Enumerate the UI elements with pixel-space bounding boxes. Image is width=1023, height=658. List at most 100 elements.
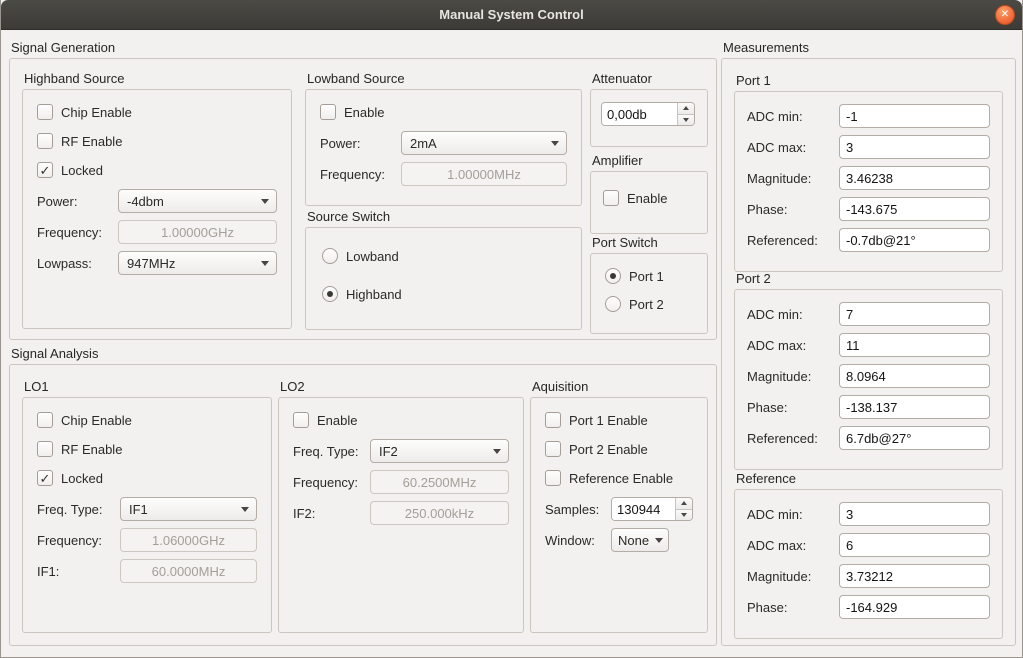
attenuator-group: Attenuator — [590, 71, 708, 147]
check-icon: ✓ — [40, 472, 51, 485]
port1-enable-checkbox[interactable] — [545, 412, 561, 428]
source-switch-frame: Lowband Highband — [305, 227, 582, 330]
spin-up-button[interactable] — [676, 498, 692, 509]
port1-magnitude-input[interactable] — [839, 166, 990, 190]
lo2-if2-input — [370, 501, 509, 525]
referenced-label: Referenced: — [747, 233, 839, 248]
meas-port1-group: Port 1 ADC min: ADC max: Magnitude: Phas… — [734, 73, 1003, 259]
amplifier-enable-label: Enable — [627, 191, 667, 206]
lo1-frequency-input — [120, 528, 257, 552]
hb-rf-enable-label: RF Enable — [61, 134, 122, 149]
port2-phase-input[interactable] — [839, 395, 990, 419]
port2-adc-min-input[interactable] — [839, 302, 990, 326]
lo1-freq-type-value: IF1 — [129, 502, 148, 517]
field-row: Freq. Type: IF1 — [37, 497, 257, 521]
field-row: Freq. Type: IF2 — [293, 439, 509, 463]
amplifier-enable-checkbox[interactable] — [603, 190, 619, 206]
reference-adc-max-input[interactable] — [839, 533, 990, 557]
attenuator-title: Attenuator — [590, 71, 708, 89]
chevron-down-icon — [241, 507, 249, 512]
lo2-enable-label: Enable — [317, 413, 357, 428]
lo1-freq-type-select[interactable]: IF1 — [120, 497, 257, 521]
lo2-group: LO2 Enable Freq. Type: IF2 Frequency: — [278, 379, 524, 633]
lo1-freq-type-label: Freq. Type: — [37, 502, 120, 517]
reference-magnitude-input[interactable] — [839, 564, 990, 588]
port1-referenced-input[interactable] — [839, 228, 990, 252]
hb-power-value: -4dbm — [127, 194, 164, 209]
field-row: Frequency: — [320, 162, 567, 186]
port1-radio[interactable] — [605, 268, 621, 284]
meas-reference-frame: ADC min: ADC max: Magnitude: Phase: — [734, 489, 1003, 639]
port2-adc-max-input[interactable] — [839, 333, 990, 357]
lo2-freq-type-select[interactable]: IF2 — [370, 439, 509, 463]
spin-up-button[interactable] — [678, 103, 694, 114]
spin-down-button[interactable] — [676, 509, 692, 521]
amplifier-title: Amplifier — [590, 153, 708, 171]
hb-chip-enable-checkbox[interactable] — [37, 104, 53, 120]
hb-locked-checkbox[interactable]: ✓ — [37, 162, 53, 178]
hb-lowpass-select[interactable]: 947MHz — [118, 251, 277, 275]
lb-power-select[interactable]: 2mA — [401, 131, 567, 155]
port2-referenced-input[interactable] — [839, 426, 990, 450]
checkbox-row: ✓ Locked — [37, 160, 277, 180]
reference-phase-input[interactable] — [839, 595, 990, 619]
checkbox-row: Enable — [320, 102, 567, 122]
magnitude-label: Magnitude: — [747, 569, 839, 584]
adc-min-label: ADC min: — [747, 507, 839, 522]
hb-rf-enable-checkbox[interactable] — [37, 133, 53, 149]
attenuator-input[interactable] — [602, 103, 677, 125]
port1-adc-min-input[interactable] — [839, 104, 990, 128]
field-row: IF2: — [293, 501, 509, 525]
lo2-frequency-label: Frequency: — [293, 475, 370, 490]
close-button[interactable]: ✕ — [995, 5, 1015, 25]
lo1-rf-enable-checkbox[interactable] — [37, 441, 53, 457]
port1-phase-input[interactable] — [839, 197, 990, 221]
hb-power-select[interactable]: -4dbm — [118, 189, 277, 213]
spin-buttons — [675, 498, 692, 520]
attenuator-spinbox — [601, 102, 695, 126]
field-row: Magnitude: — [747, 364, 990, 388]
port2-radio[interactable] — [605, 296, 621, 312]
port2-enable-checkbox[interactable] — [545, 441, 561, 457]
lo1-chip-enable-checkbox[interactable] — [37, 412, 53, 428]
port2-magnitude-input[interactable] — [839, 364, 990, 388]
samples-input[interactable] — [612, 498, 675, 520]
port1-enable-label: Port 1 Enable — [569, 413, 648, 428]
measurements-group: Measurements Port 1 ADC min: ADC max: Ma… — [721, 40, 1016, 646]
port1-adc-max-input[interactable] — [839, 135, 990, 159]
close-icon: ✕ — [1001, 10, 1009, 20]
window-title: Manual System Control — [439, 7, 583, 22]
reference-enable-checkbox[interactable] — [545, 470, 561, 486]
port2-radio-label: Port 2 — [629, 297, 664, 312]
checkbox-row: Port 1 Enable — [545, 410, 693, 430]
checkbox-row: Reference Enable — [545, 468, 693, 488]
window-select[interactable]: None — [611, 528, 669, 552]
spin-down-button[interactable] — [678, 114, 694, 126]
highband-radio[interactable] — [322, 286, 338, 302]
phase-label: Phase: — [747, 202, 839, 217]
lb-power-value: 2mA — [410, 136, 437, 151]
field-row: Window: None — [545, 528, 693, 552]
reference-enable-label: Reference Enable — [569, 471, 673, 486]
measurements-frame: Port 1 ADC min: ADC max: Magnitude: Phas… — [721, 58, 1016, 646]
lo2-enable-checkbox[interactable] — [293, 412, 309, 428]
arrow-down-icon — [681, 513, 687, 517]
reference-adc-min-input[interactable] — [839, 502, 990, 526]
titlebar: Manual System Control ✕ — [1, 0, 1022, 30]
hb-locked-label: Locked — [61, 163, 103, 178]
lb-enable-checkbox[interactable] — [320, 104, 336, 120]
source-switch-group: Source Switch Lowband Highband — [305, 209, 582, 329]
field-row: ADC min: — [747, 302, 990, 326]
checkbox-row: Chip Enable — [37, 102, 277, 122]
chevron-down-icon — [551, 141, 559, 146]
source-switch-title: Source Switch — [305, 209, 582, 227]
meas-reference-group: Reference ADC min: ADC max: Magnitude: P… — [734, 471, 1003, 629]
lo2-frame: Enable Freq. Type: IF2 Frequency: IF2: — [278, 397, 524, 633]
meas-port2-frame: ADC min: ADC max: Magnitude: Phase: Refe… — [734, 289, 1003, 470]
lo1-rf-enable-label: RF Enable — [61, 442, 122, 457]
lowband-radio[interactable] — [322, 248, 338, 264]
lo1-locked-checkbox[interactable]: ✓ — [37, 470, 53, 486]
checkbox-row: Enable — [293, 410, 509, 430]
aquisition-frame: Port 1 Enable Port 2 Enable Reference En… — [530, 397, 708, 633]
lowband-source-group: Lowband Source Enable Power: 2mA Frequen… — [305, 71, 582, 199]
